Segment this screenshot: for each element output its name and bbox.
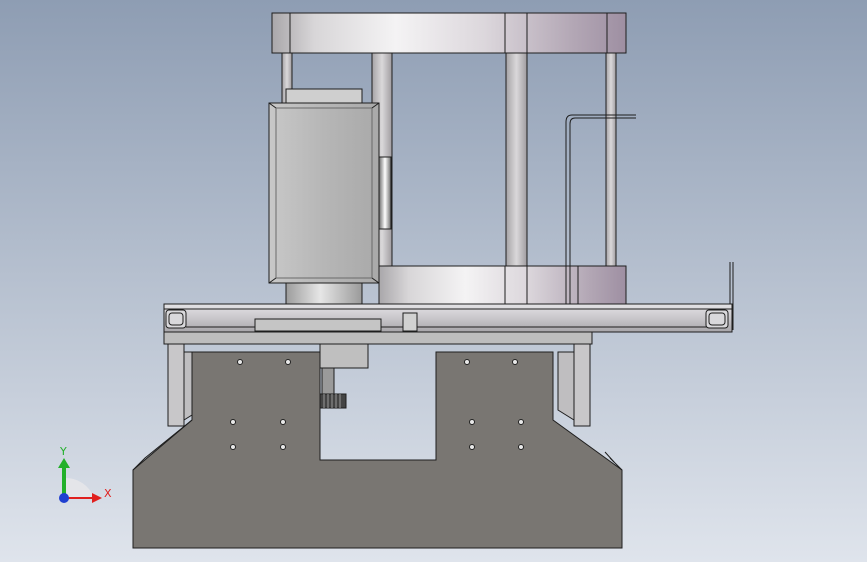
z-axis-dot [59,493,69,503]
nut-block[interactable] [319,343,369,369]
right-leg[interactable] [573,343,591,427]
lead-screw[interactable] [321,366,335,398]
x-axis-label: X [104,487,112,500]
linear-rail[interactable] [163,303,733,333]
y-axis-label: Y [59,445,67,458]
top-ring[interactable] [271,12,627,54]
left-leg[interactable] [167,343,185,427]
bottom-ring[interactable] [378,265,627,305]
carriage-plate[interactable] [254,318,382,332]
side-wheel[interactable] [378,156,392,230]
stop-block[interactable] [402,312,418,332]
lower-plate[interactable] [163,331,593,345]
motor-cap[interactable] [285,88,363,104]
motor-body[interactable] [268,102,380,284]
right-post[interactable] [605,52,617,269]
graphics-viewport[interactable]: Y X [0,0,867,562]
center-post[interactable] [505,52,528,269]
